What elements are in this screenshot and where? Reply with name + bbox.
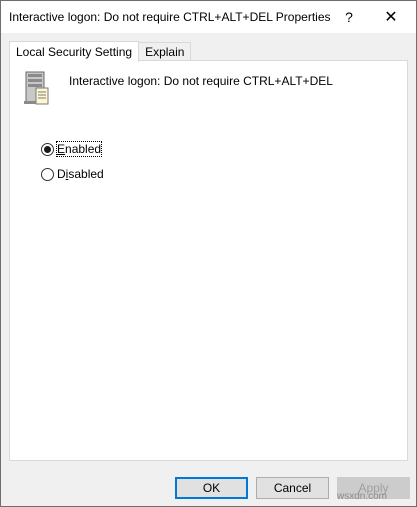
disabled-radio-option[interactable]: Disabled — [41, 166, 104, 182]
tab-local-security-setting[interactable]: Local Security Setting — [9, 41, 140, 62]
watermark-text: wsxdn.com — [337, 491, 388, 502]
disabled-label[interactable]: Disabled — [57, 167, 104, 181]
tab-panel: Interactive logon: Do not require CTRL+A… — [9, 60, 408, 461]
help-icon: ? — [345, 9, 353, 25]
cancel-button[interactable]: Cancel — [256, 477, 329, 499]
server-policy-icon — [24, 71, 49, 105]
window-title: Interactive logon: Do not require CTRL+A… — [9, 10, 331, 24]
tab-strip: Local Security Setting Explain — [9, 41, 192, 62]
policy-name: Interactive logon: Do not require CTRL+A… — [69, 74, 333, 88]
close-button[interactable]: ✕ — [371, 1, 411, 33]
tab-label: Local Security Setting — [16, 45, 133, 59]
title-bar[interactable]: Interactive logon: Do not require CTRL+A… — [1, 1, 416, 33]
tab-explain[interactable]: Explain — [138, 42, 192, 61]
tab-label: Explain — [145, 45, 185, 59]
ok-button[interactable]: OK — [175, 477, 248, 499]
enabled-radio-option[interactable]: Enabled — [41, 141, 103, 157]
enabled-radio[interactable] — [41, 142, 54, 156]
help-button[interactable]: ? — [329, 1, 369, 33]
properties-dialog: Interactive logon: Do not require CTRL+A… — [0, 0, 417, 507]
disabled-radio[interactable] — [41, 167, 54, 181]
enabled-label[interactable]: Enabled — [55, 141, 103, 157]
close-icon: ✕ — [384, 9, 398, 26]
